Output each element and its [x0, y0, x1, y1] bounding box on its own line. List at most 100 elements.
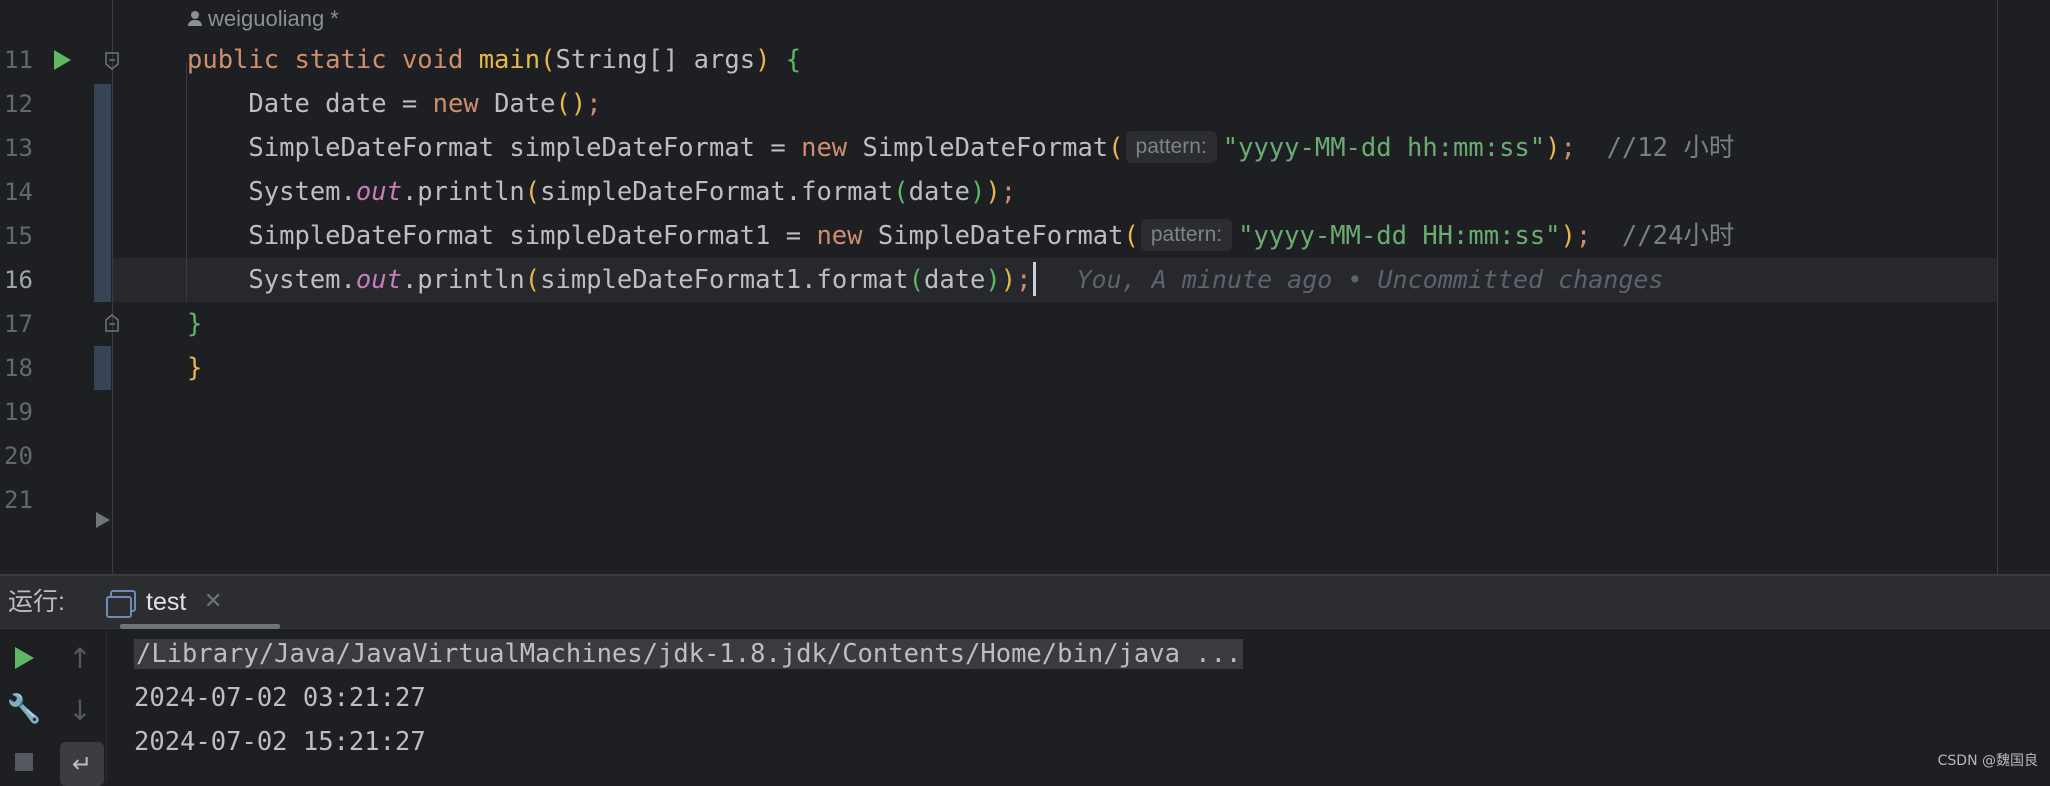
soft-wrap-button[interactable]: ↵ — [60, 742, 104, 786]
line-number[interactable]: 20 — [4, 434, 44, 478]
fold-end-icon[interactable] — [104, 314, 120, 332]
code-token: ( — [540, 45, 556, 75]
code-token: out — [355, 265, 402, 295]
code-token: SimpleDateFormat — [877, 221, 1124, 251]
code-token: SimpleDateFormat simpleDateFormat = — [187, 133, 802, 163]
code-token: .println — [401, 177, 525, 207]
code-token: } — [187, 309, 203, 339]
code-token: static — [294, 45, 402, 75]
line-number[interactable]: 18 — [4, 346, 44, 390]
code-token: void — [401, 45, 479, 75]
code-token: ) — [970, 177, 986, 207]
soft-wrap-icon: ↵ — [71, 750, 93, 778]
code-author-hint[interactable]: weiguoliang * — [188, 2, 339, 36]
code-token: //24小时 — [1591, 221, 1735, 251]
collapsed-region-icon[interactable] — [96, 512, 110, 528]
line-number[interactable]: 11 — [4, 38, 44, 82]
code-line[interactable]: } — [187, 346, 202, 390]
code-token: ) — [985, 265, 1001, 295]
arrow-up-icon: ↑ — [68, 641, 92, 675]
code-token: date — [908, 177, 971, 207]
code-token: date — [923, 265, 986, 295]
code-token: ) — [755, 45, 771, 75]
code-token: "yyyy-MM-dd hh:mm:ss" — [1222, 133, 1546, 163]
code-line[interactable]: SimpleDateFormat simpleDateFormat1 = new… — [187, 214, 1734, 258]
code-line[interactable]: System.out.println(simpleDateFormat1.for… — [187, 258, 1663, 302]
code-line[interactable]: System.out.println(simpleDateFormat.form… — [187, 170, 1016, 214]
play-icon — [14, 647, 34, 669]
console-line[interactable]: /Library/Java/JavaVirtualMachines/jdk-1.… — [134, 632, 1244, 676]
code-token: //12 小时 — [1575, 133, 1735, 163]
code-token: SimpleDateFormat — [862, 133, 1109, 163]
tab-label: test — [146, 588, 187, 616]
vcs-change-marker[interactable] — [94, 346, 111, 390]
code-token: Date — [494, 89, 556, 119]
code-token: out — [355, 177, 402, 207]
code-token: simpleDateFormat.format — [540, 177, 894, 207]
code-token: ; — [1560, 133, 1576, 163]
line-number[interactable]: 19 — [4, 390, 44, 434]
code-token: ( — [893, 177, 909, 207]
settings-button[interactable]: 🔧 — [2, 686, 46, 730]
console-line[interactable]: 2024-07-02 03:21:27 — [134, 676, 426, 720]
right-margin-guide — [1997, 0, 1998, 574]
code-token: ; — [1016, 265, 1032, 295]
code-line[interactable]: Date date = new Date(); — [187, 82, 601, 126]
code-token: main — [478, 45, 541, 75]
rerun-button[interactable] — [2, 636, 46, 680]
code-token: System. — [187, 177, 356, 207]
watermark: CSDN @魏国良 — [1937, 753, 2038, 769]
console-command[interactable]: /Library/Java/JavaVirtualMachines/jdk-1.… — [134, 639, 1244, 669]
parameter-hint: pattern: — [1140, 219, 1233, 251]
scroll-up-button[interactable]: ↑ — [58, 636, 102, 680]
code-editor[interactable]: weiguoliang * 11 12 13 14 15 16 17 18 19 20 21 pub… — [0, 0, 2050, 574]
code-token: ) — [1000, 265, 1017, 295]
line-number[interactable]: 17 — [4, 302, 44, 346]
run-gutter-icon[interactable] — [54, 50, 71, 70]
code-token: "yyyy-MM-dd HH:mm:ss" — [1238, 221, 1561, 251]
inline-blame: You, A minute ago • Uncommitted changes — [1076, 265, 1664, 294]
code-token: } — [187, 353, 203, 383]
code-token: ( — [1123, 221, 1139, 251]
code-line[interactable]: public static void main(String[] args) { — [187, 38, 801, 82]
code-token: ; — [1000, 177, 1017, 207]
run-tool-window: 运行: test ✕ ↑ 🔧 ↓ ↵ /Library/Java/JavaVir… — [0, 574, 2050, 786]
line-number[interactable]: 15 — [4, 214, 44, 258]
line-number[interactable]: 13 — [4, 126, 44, 170]
run-toolbar: ↑ 🔧 ↓ ↵ — [0, 630, 107, 786]
line-number[interactable]: 14 — [4, 170, 44, 214]
stop-icon — [15, 753, 33, 771]
stop-button[interactable] — [2, 740, 46, 784]
code-token: System. — [187, 265, 356, 295]
person-icon — [188, 11, 202, 27]
code-line[interactable]: SimpleDateFormat simpleDateFormat = new … — [187, 126, 1734, 170]
vcs-change-marker[interactable] — [94, 84, 111, 302]
scroll-down-button[interactable]: ↓ — [58, 688, 102, 732]
code-token: { — [785, 45, 802, 75]
code-token: ( — [1108, 133, 1124, 163]
parameter-hint: pattern: — [1125, 131, 1217, 163]
console-line[interactable]: 2024-07-02 15:21:27 — [134, 720, 426, 764]
code-token: new — [801, 133, 863, 163]
code-token: ) — [1560, 221, 1576, 251]
author-name: weiguoliang * — [208, 6, 339, 31]
code-token: new — [816, 221, 878, 251]
wrench-icon: 🔧 — [6, 691, 42, 725]
code-line[interactable]: } — [187, 302, 202, 346]
code-token: ) — [985, 177, 1001, 207]
close-icon[interactable]: ✕ — [204, 576, 222, 628]
line-number[interactable]: 16 — [4, 258, 44, 302]
gutter-divider — [112, 0, 113, 574]
line-number[interactable]: 12 — [4, 82, 44, 126]
code-token: ( — [908, 265, 924, 295]
code-token: ; — [1575, 221, 1592, 251]
code-token: ( — [524, 265, 541, 295]
code-token: .println — [401, 265, 525, 295]
fold-icon[interactable] — [104, 52, 120, 70]
arrow-down-icon: ↓ — [68, 693, 92, 727]
line-number[interactable]: 21 — [4, 478, 44, 522]
code-token: simpleDateFormat1.format — [540, 265, 909, 295]
code-token: ( — [524, 177, 541, 207]
code-token: SimpleDateFormat simpleDateFormat1 = — [187, 221, 817, 251]
